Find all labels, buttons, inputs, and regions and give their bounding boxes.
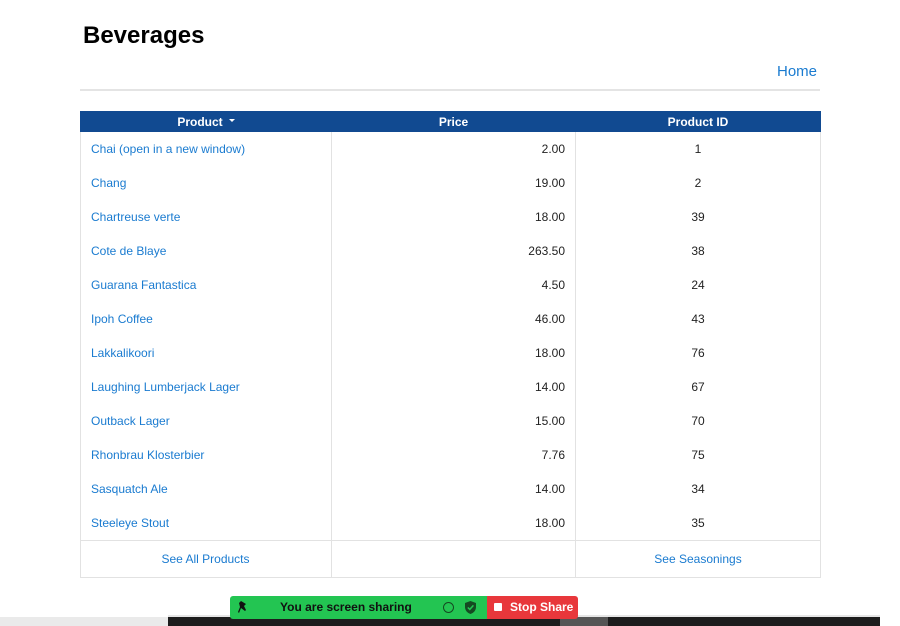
product-id-cell: 75 bbox=[575, 438, 821, 472]
product-id-cell: 76 bbox=[575, 336, 821, 370]
product-link[interactable]: Ipoh Coffee bbox=[91, 312, 153, 326]
product-link[interactable]: Sasquatch Ale bbox=[91, 482, 168, 496]
product-name-cell: Chang bbox=[80, 166, 332, 200]
product-id-cell: 1 bbox=[575, 132, 821, 166]
product-link[interactable]: Guarana Fantastica bbox=[91, 278, 196, 292]
footer-cell-right: See Seasonings bbox=[575, 540, 821, 578]
taskbar-light-segment bbox=[0, 617, 168, 626]
product-id-cell: 39 bbox=[575, 200, 821, 234]
price-cell: 18.00 bbox=[331, 200, 576, 234]
price-cell: 14.00 bbox=[331, 370, 576, 404]
product-id-cell: 2 bbox=[575, 166, 821, 200]
price-cell: 19.00 bbox=[331, 166, 576, 200]
price-cell: 263.50 bbox=[331, 234, 576, 268]
footer-cell-middle bbox=[331, 540, 576, 578]
product-name-cell: Outback Lager bbox=[80, 404, 332, 438]
screen-share-status-text: You are screen sharing bbox=[280, 600, 412, 614]
product-link[interactable]: Lakkalikoori bbox=[91, 346, 154, 360]
product-id-cell: 34 bbox=[575, 472, 821, 506]
product-name-cell: Laughing Lumberjack Lager bbox=[80, 370, 332, 404]
price-cell: 15.00 bbox=[331, 404, 576, 438]
product-link[interactable]: Chang bbox=[91, 176, 126, 190]
product-link[interactable]: Outback Lager bbox=[91, 414, 170, 428]
see-all-products-link[interactable]: See All Products bbox=[161, 552, 249, 566]
see-seasonings-link[interactable]: See Seasonings bbox=[654, 552, 741, 566]
price-cell: 4.50 bbox=[331, 268, 576, 302]
screen-share-status[interactable]: You are screen sharing bbox=[230, 596, 487, 619]
product-name-cell: Guarana Fantastica bbox=[80, 268, 332, 302]
product-name-cell: Chartreuse verte bbox=[80, 200, 332, 234]
column-header-product[interactable]: Product bbox=[80, 111, 332, 132]
table-row: Cote de Blaye 263.50 38 bbox=[80, 234, 821, 268]
taskbar-right-segment bbox=[880, 617, 900, 626]
pin-icon[interactable] bbox=[238, 601, 248, 613]
product-id-cell: 38 bbox=[575, 234, 821, 268]
product-link[interactable]: Chai (open in a new window) bbox=[91, 142, 245, 156]
shield-check-icon[interactable] bbox=[465, 601, 476, 614]
product-id-cell: 43 bbox=[575, 302, 821, 336]
table-footer-row: See All Products See Seasonings bbox=[80, 540, 821, 578]
price-cell: 18.00 bbox=[331, 506, 576, 541]
product-name-cell: Ipoh Coffee bbox=[80, 302, 332, 336]
product-link[interactable]: Rhonbrau Klosterbier bbox=[91, 448, 204, 462]
product-name-cell: Sasquatch Ale bbox=[80, 472, 332, 506]
stop-share-button[interactable]: Stop Share bbox=[487, 596, 578, 619]
column-header-product-id[interactable]: Product ID bbox=[575, 111, 821, 132]
price-cell: 14.00 bbox=[331, 472, 576, 506]
table-row: Outback Lager 15.00 70 bbox=[80, 404, 821, 438]
product-id-cell: 35 bbox=[575, 506, 821, 541]
product-name-cell: Cote de Blaye bbox=[80, 234, 332, 268]
table-row: Chai (open in a new window) 2.00 1 bbox=[80, 132, 821, 166]
column-header-product-label: Product bbox=[177, 114, 223, 129]
product-link[interactable]: Cote de Blaye bbox=[91, 244, 166, 258]
table-row: Chang 19.00 2 bbox=[80, 166, 821, 200]
screen-share-bar: You are screen sharing Stop Share bbox=[230, 596, 578, 619]
stop-icon bbox=[494, 603, 502, 611]
page-title: Beverages bbox=[83, 22, 205, 49]
product-name-cell: Steeleye Stout bbox=[80, 506, 332, 541]
product-name-cell: Rhonbrau Klosterbier bbox=[80, 438, 332, 472]
column-header-price[interactable]: Price bbox=[331, 111, 576, 132]
product-id-cell: 70 bbox=[575, 404, 821, 438]
stop-share-label: Stop Share bbox=[510, 600, 574, 614]
table-row: Ipoh Coffee 46.00 43 bbox=[80, 302, 821, 336]
home-link[interactable]: Home bbox=[777, 63, 817, 80]
table-row: Sasquatch Ale 14.00 34 bbox=[80, 472, 821, 506]
price-cell: 2.00 bbox=[331, 132, 576, 166]
chevron-down-icon bbox=[228, 118, 235, 122]
table-row: Guarana Fantastica 4.50 24 bbox=[80, 268, 821, 302]
product-id-cell: 24 bbox=[575, 268, 821, 302]
table-row: Rhonbrau Klosterbier 7.76 75 bbox=[80, 438, 821, 472]
table-row: Chartreuse verte 18.00 39 bbox=[80, 200, 821, 234]
circle-icon[interactable] bbox=[443, 602, 454, 613]
products-table: Product Price Product ID Chai (open in a… bbox=[80, 111, 821, 578]
product-name-cell: Chai (open in a new window) bbox=[80, 132, 332, 166]
price-cell: 18.00 bbox=[331, 336, 576, 370]
product-link[interactable]: Chartreuse verte bbox=[91, 210, 180, 224]
footer-cell-left: See All Products bbox=[80, 540, 332, 578]
divider bbox=[80, 89, 820, 91]
product-name-cell: Lakkalikoori bbox=[80, 336, 332, 370]
table-row: Laughing Lumberjack Lager 14.00 67 bbox=[80, 370, 821, 404]
table-row: Lakkalikoori 18.00 76 bbox=[80, 336, 821, 370]
product-link[interactable]: Laughing Lumberjack Lager bbox=[91, 380, 240, 394]
price-cell: 7.76 bbox=[331, 438, 576, 472]
product-link[interactable]: Steeleye Stout bbox=[91, 516, 169, 530]
table-row: Steeleye Stout 18.00 35 bbox=[80, 506, 821, 541]
table-header-row: Product Price Product ID bbox=[80, 111, 821, 132]
product-id-cell: 67 bbox=[575, 370, 821, 404]
price-cell: 46.00 bbox=[331, 302, 576, 336]
